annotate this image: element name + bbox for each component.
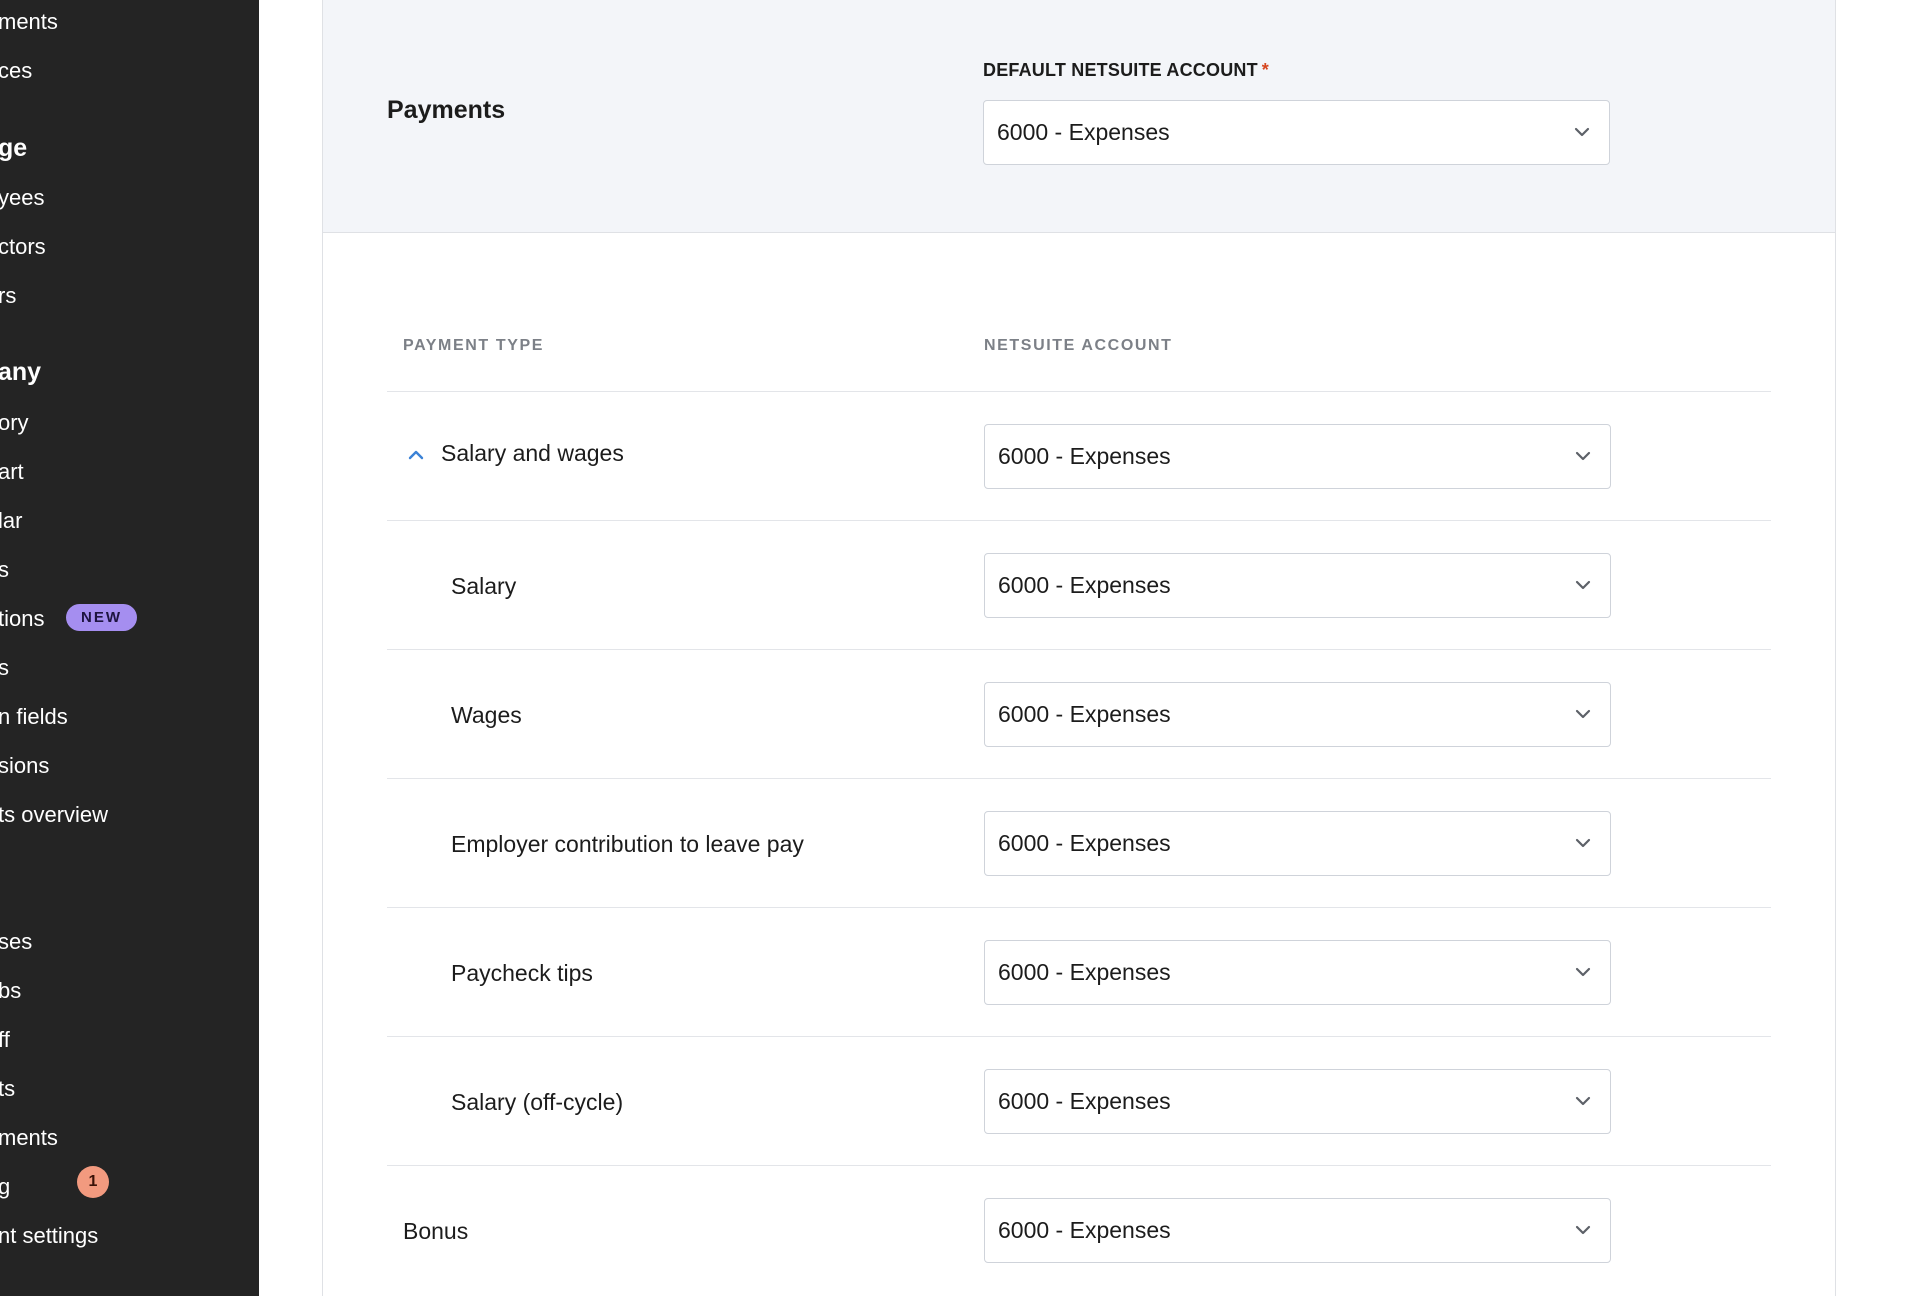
notification-count-badge: 1 bbox=[77, 1166, 109, 1198]
netsuite-account-select[interactable]: 6000 - Expenses bbox=[984, 811, 1611, 876]
chevron-down-icon bbox=[1574, 127, 1590, 137]
netsuite-account-select[interactable]: 6000 - Expenses bbox=[984, 1069, 1611, 1134]
sidebar-item[interactable]: yees bbox=[0, 184, 44, 212]
row-divider bbox=[387, 649, 1771, 650]
payment-type-label: Salary (off-cycle) bbox=[451, 1089, 624, 1115]
required-marker: * bbox=[1261, 60, 1270, 80]
payment-type-label: Wages bbox=[451, 702, 522, 728]
sidebar: ments ces ge yees ctors rs any ory art l… bbox=[0, 0, 259, 1296]
sidebar-item[interactable]: ts overview bbox=[0, 801, 108, 829]
payment-type-label: Employer contribution to leave pay bbox=[451, 831, 804, 857]
sidebar-item[interactable]: ments bbox=[0, 1124, 58, 1152]
sidebar-item[interactable]: g bbox=[0, 1173, 10, 1201]
row-divider bbox=[387, 778, 1771, 779]
row-divider bbox=[387, 1165, 1771, 1166]
section-title: Payments bbox=[387, 96, 506, 124]
sidebar-section-heading: any bbox=[0, 358, 42, 386]
sidebar-item[interactable]: ts bbox=[0, 1075, 15, 1103]
sidebar-item[interactable]: ory bbox=[0, 409, 29, 437]
row-divider bbox=[387, 1036, 1771, 1037]
netsuite-account-select[interactable]: 6000 - Expenses bbox=[984, 940, 1611, 1005]
netsuite-account-select[interactable]: 6000 - Expenses bbox=[984, 553, 1611, 618]
chevron-down-icon bbox=[1575, 451, 1591, 461]
sidebar-item[interactable]: sions bbox=[0, 752, 49, 780]
select-value: 6000 - Expenses bbox=[998, 1088, 1171, 1114]
sidebar-item[interactable]: s bbox=[0, 556, 9, 584]
chevron-down-icon bbox=[1575, 967, 1591, 977]
column-header-payment-type: PAYMENT TYPE bbox=[403, 337, 545, 354]
new-badge: NEW bbox=[66, 604, 137, 631]
sidebar-item[interactable]: ses bbox=[0, 928, 32, 956]
sidebar-item[interactable]: rs bbox=[0, 282, 16, 310]
chevron-down-icon bbox=[1575, 1096, 1591, 1106]
sidebar-item[interactable]: tions bbox=[0, 605, 44, 633]
sidebar-item[interactable]: n fields bbox=[0, 703, 68, 731]
netsuite-account-select[interactable]: 6000 - Expenses bbox=[984, 682, 1611, 747]
payment-type-label: Paycheck tips bbox=[451, 960, 593, 986]
chevron-down-icon bbox=[1575, 838, 1591, 848]
sidebar-item[interactable]: s bbox=[0, 654, 9, 682]
sidebar-item[interactable]: ctors bbox=[0, 233, 46, 261]
select-value: 6000 - Expenses bbox=[998, 1217, 1171, 1243]
chevron-down-icon bbox=[1575, 1225, 1591, 1235]
payments-mapping-card: Payments DEFAULT NETSUITE ACCOUNT * 6000 … bbox=[322, 0, 1836, 1296]
row-divider bbox=[387, 520, 1771, 521]
netsuite-account-select[interactable]: 6000 - Expenses bbox=[984, 1198, 1611, 1263]
sidebar-section-heading: ge bbox=[0, 134, 28, 162]
chevron-up-icon[interactable] bbox=[406, 445, 426, 465]
payment-type-label: Bonus bbox=[403, 1218, 469, 1244]
sidebar-item[interactable]: ff bbox=[0, 1026, 10, 1054]
sidebar-item[interactable]: lar bbox=[0, 507, 22, 535]
sidebar-item[interactable]: ments bbox=[0, 8, 58, 36]
sidebar-item[interactable]: ces bbox=[0, 57, 32, 85]
sidebar-item[interactable]: nt settings bbox=[0, 1222, 98, 1250]
default-account-label: DEFAULT NETSUITE ACCOUNT * bbox=[983, 60, 1269, 81]
select-value: 6000 - Expenses bbox=[997, 119, 1170, 145]
chevron-down-icon bbox=[1575, 709, 1591, 719]
main-content: Payments DEFAULT NETSUITE ACCOUNT * 6000 … bbox=[259, 0, 1918, 1296]
payment-type-label: Salary bbox=[451, 573, 517, 599]
row-divider bbox=[387, 907, 1771, 908]
select-value: 6000 - Expenses bbox=[998, 959, 1171, 985]
netsuite-account-select[interactable]: 6000 - Expenses bbox=[984, 424, 1611, 489]
row-divider bbox=[387, 391, 1771, 392]
default-account-label-text: DEFAULT NETSUITE ACCOUNT bbox=[983, 60, 1258, 80]
select-value: 6000 - Expenses bbox=[998, 572, 1171, 598]
select-value: 6000 - Expenses bbox=[998, 443, 1171, 469]
chevron-down-icon bbox=[1575, 580, 1591, 590]
sidebar-item[interactable]: bs bbox=[0, 977, 21, 1005]
select-value: 6000 - Expenses bbox=[998, 701, 1171, 727]
default-account-select[interactable]: 6000 - Expenses bbox=[983, 100, 1610, 165]
payment-type-label: Salary and wages bbox=[441, 440, 624, 466]
sidebar-item[interactable]: art bbox=[0, 458, 24, 486]
column-header-netsuite-account: NETSUITE ACCOUNT bbox=[984, 337, 1173, 354]
select-value: 6000 - Expenses bbox=[998, 830, 1171, 856]
payments-header-band: Payments DEFAULT NETSUITE ACCOUNT * 6000 … bbox=[323, 0, 1835, 233]
